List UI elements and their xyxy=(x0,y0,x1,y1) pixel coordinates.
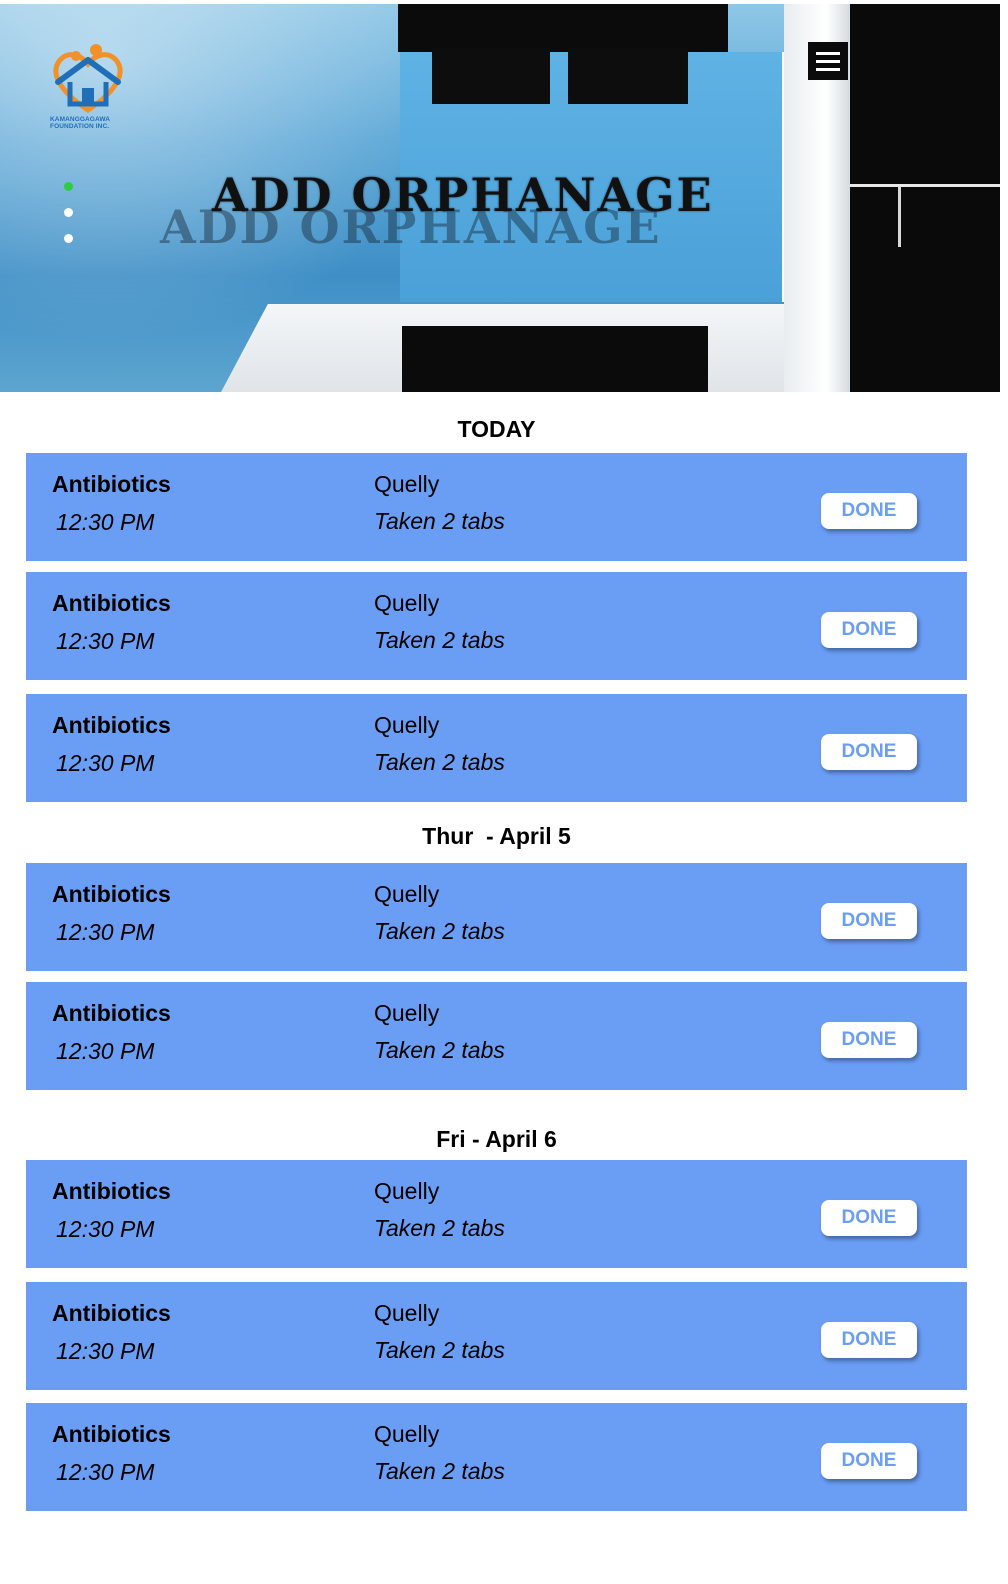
dose-status: Taken 2 tabs xyxy=(374,918,505,944)
done-button[interactable]: DONE xyxy=(821,903,917,939)
page: KAMANGGAGAWA FOUNDATION INC. ADD ORPHANA… xyxy=(0,0,1008,1584)
patient-name: Quelly xyxy=(374,881,440,907)
medication-card: Antibiotics 12:30 PM Quelly Taken 2 tabs… xyxy=(26,1282,967,1390)
section-heading-thur: Thur - April 5 xyxy=(422,823,571,849)
logo-icon xyxy=(53,44,123,114)
dose-status: Taken 2 tabs xyxy=(374,749,505,775)
medicine-name: Antibiotics xyxy=(52,1421,171,1447)
done-button[interactable]: DONE xyxy=(821,612,917,648)
medication-card: Antibiotics 12:30 PM Quelly Taken 2 tabs… xyxy=(26,863,967,971)
medicine-time: 12:30 PM xyxy=(56,1338,155,1364)
patient-name: Quelly xyxy=(374,1000,440,1026)
section-heading-today: TODAY xyxy=(457,416,536,442)
foundation-logo[interactable]: KAMANGGAGAWA FOUNDATION INC. xyxy=(48,42,128,138)
dose-status: Taken 2 tabs xyxy=(374,508,505,534)
medication-card: Antibiotics 12:30 PM Quelly Taken 2 tabs… xyxy=(26,694,967,802)
done-button[interactable]: DONE xyxy=(821,1022,917,1058)
slide-dot-2[interactable] xyxy=(64,208,73,217)
page-title: ADD ORPHANAGE xyxy=(212,168,714,222)
slide-indicator xyxy=(64,182,74,260)
hamburger-menu-icon[interactable] xyxy=(808,42,848,80)
medicine-time: 12:30 PM xyxy=(56,1038,155,1064)
medication-card: Antibiotics 12:30 PM Quelly Taken 2 tabs… xyxy=(26,453,967,561)
medicine-name: Antibiotics xyxy=(52,1178,171,1204)
slide-dot-1[interactable] xyxy=(64,182,73,191)
dose-status: Taken 2 tabs xyxy=(374,1337,505,1363)
patient-name: Quelly xyxy=(374,1421,440,1447)
medicine-name: Antibiotics xyxy=(52,712,171,738)
patient-name: Quelly xyxy=(374,1300,440,1326)
patient-name: Quelly xyxy=(374,590,440,616)
medication-card: Antibiotics 12:30 PM Quelly Taken 2 tabs… xyxy=(26,1403,967,1511)
patient-name: Quelly xyxy=(374,1178,440,1204)
medication-card: Antibiotics 12:30 PM Quelly Taken 2 tabs… xyxy=(26,1160,967,1268)
section-heading-fri: Fri - April 6 xyxy=(436,1126,557,1152)
medication-card: Antibiotics 12:30 PM Quelly Taken 2 tabs… xyxy=(26,982,967,1090)
medicine-time: 12:30 PM xyxy=(56,1459,155,1485)
medicine-name: Antibiotics xyxy=(52,1000,171,1026)
hero-banner: KAMANGGAGAWA FOUNDATION INC. ADD ORPHANA… xyxy=(0,4,1000,392)
medicine-name: Antibiotics xyxy=(52,471,171,497)
done-button[interactable]: DONE xyxy=(821,734,917,770)
dose-status: Taken 2 tabs xyxy=(374,1037,505,1063)
medicine-name: Antibiotics xyxy=(52,590,171,616)
dose-status: Taken 2 tabs xyxy=(374,1458,505,1484)
done-button[interactable]: DONE xyxy=(821,1200,917,1236)
dose-status: Taken 2 tabs xyxy=(374,1215,505,1241)
medicine-name: Antibiotics xyxy=(52,881,171,907)
patient-name: Quelly xyxy=(374,712,440,738)
medication-card: Antibiotics 12:30 PM Quelly Taken 2 tabs… xyxy=(26,572,967,680)
medicine-time: 12:30 PM xyxy=(56,509,155,535)
medicine-time: 12:30 PM xyxy=(56,1216,155,1242)
medicine-time: 12:30 PM xyxy=(56,750,155,776)
logo-text: KAMANGGAGAWA FOUNDATION INC. xyxy=(50,116,110,130)
medicine-time: 12:30 PM xyxy=(56,628,155,654)
dose-status: Taken 2 tabs xyxy=(374,627,505,653)
done-button[interactable]: DONE xyxy=(821,1443,917,1479)
medicine-name: Antibiotics xyxy=(52,1300,171,1326)
done-button[interactable]: DONE xyxy=(821,493,917,529)
patient-name: Quelly xyxy=(374,471,440,497)
medicine-time: 12:30 PM xyxy=(56,919,155,945)
slide-dot-3[interactable] xyxy=(64,234,73,243)
done-button[interactable]: DONE xyxy=(821,1322,917,1358)
